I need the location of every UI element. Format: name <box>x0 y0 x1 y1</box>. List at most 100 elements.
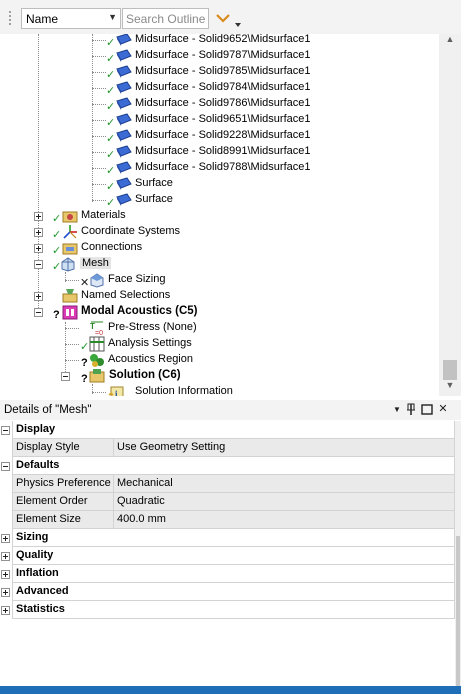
search-options-button[interactable] <box>214 8 244 30</box>
tree-node-mesh[interactable]: ✓ Mesh <box>0 256 439 273</box>
tree-node-body[interactable]: ✓ Midsurface - Solid9652\Midsurface1 <box>0 34 439 49</box>
tree-node-face-sizing[interactable]: ✕ Face Sizing <box>0 272 439 289</box>
tree-node-pre-stress[interactable]: T =0 Pre-Stress (None) <box>0 320 439 336</box>
tree-node-body[interactable]: ✓ Midsurface - Solid9788\Midsurface1 <box>0 160 439 177</box>
outline-toolbar: Name ▼ <box>0 0 461 34</box>
property-row-element-size[interactable]: Element Size 400.0 mm <box>0 511 455 529</box>
tree-node-solution-information[interactable]: i Solution Information <box>0 384 439 396</box>
category-defaults[interactable]: Defaults <box>0 457 455 475</box>
category-label: Inflation <box>12 565 455 583</box>
property-value[interactable]: Mechanical <box>113 475 455 493</box>
expand-icon[interactable] <box>1 588 10 597</box>
collapse-icon[interactable] <box>61 372 70 381</box>
surface-body-icon <box>116 129 132 142</box>
search-outline-input[interactable] <box>122 8 209 29</box>
close-icon[interactable]: ✕ <box>436 402 450 418</box>
toolbar-grip-icon[interactable] <box>8 10 12 26</box>
surface-body-icon <box>116 97 132 110</box>
face-sizing-icon <box>90 273 104 288</box>
analysis-settings-icon <box>89 336 105 352</box>
expand-icon[interactable] <box>34 244 43 253</box>
tree-label: Modal Acoustics (C5) <box>81 305 198 317</box>
dropdown-icon[interactable]: ▼ <box>390 405 404 421</box>
scrollbar-thumb[interactable] <box>456 536 460 686</box>
outline-tree: ✓ Midsurface - Solid9652\Midsurface1 ✓ Mids… <box>0 34 439 396</box>
tree-node-body[interactable]: ✓ Midsurface - Solid9651\Midsurface1 <box>0 112 439 129</box>
tree-node-named-selections[interactable]: Named Selections <box>0 288 439 304</box>
property-row-display-style[interactable]: Display Style Use Geometry Setting <box>0 439 455 457</box>
surface-body-icon <box>116 81 132 94</box>
expand-icon[interactable] <box>1 534 10 543</box>
tree-node-modal-acoustics[interactable]: ? Modal Acoustics (C5) <box>0 304 439 321</box>
tree-vertical-scrollbar[interactable]: ▲ ▼ <box>439 34 461 396</box>
tree-label: Midsurface - Solid8991\Midsurface1 <box>135 145 311 157</box>
property-name: Element Order <box>12 493 113 511</box>
tree-label: Midsurface - Solid9785\Midsurface1 <box>135 65 311 77</box>
tree-label: Surface <box>135 177 173 189</box>
property-name: Element Size <box>12 511 113 529</box>
chevron-down-icon[interactable]: ▼ <box>108 12 117 22</box>
materials-icon <box>62 211 78 223</box>
tree-node-body[interactable]: ✓ Midsurface - Solid9787\Midsurface1 <box>0 48 439 65</box>
tree-label: Midsurface - Solid9651\Midsurface1 <box>135 113 311 125</box>
tree-node-body[interactable]: ✓ Midsurface - Solid9228\Midsurface1 <box>0 128 439 145</box>
category-display[interactable]: Display <box>0 421 455 439</box>
name-filter-value: Name <box>26 12 59 26</box>
tree-node-connections[interactable]: ✓ Connections <box>0 240 439 257</box>
property-value[interactable]: Quadratic <box>113 493 455 511</box>
tree-label: Midsurface - Solid9228\Midsurface1 <box>135 129 311 141</box>
collapse-icon[interactable] <box>1 462 10 471</box>
expand-icon[interactable] <box>1 606 10 615</box>
name-filter-combobox[interactable]: Name ▼ <box>21 8 121 29</box>
tree-label: Midsurface - Solid9786\Midsurface1 <box>135 97 311 109</box>
tree-label: Materials <box>81 209 126 221</box>
property-value[interactable]: Use Geometry Setting <box>113 439 455 457</box>
pin-icon[interactable] <box>404 402 418 418</box>
category-inflation[interactable]: Inflation <box>0 565 455 583</box>
tree-label: Solution Information <box>135 385 233 396</box>
tree-label: Surface <box>135 193 173 205</box>
tree-node-body[interactable]: ✓ Midsurface - Solid8991\Midsurface1 <box>0 144 439 161</box>
category-statistics[interactable]: Statistics <box>0 601 455 619</box>
tree-node-body[interactable]: ✓ Midsurface - Solid9786\Midsurface1 <box>0 96 439 113</box>
tree-node-body[interactable]: ✓ Midsurface - Solid9785\Midsurface1 <box>0 64 439 81</box>
property-value[interactable]: 400.0 mm <box>113 511 455 529</box>
property-row-element-order[interactable]: Element Order Quadratic <box>0 493 455 511</box>
surface-body-icon <box>116 145 132 158</box>
tree-node-body[interactable]: ✓ Surface <box>0 192 439 209</box>
tree-node-body[interactable]: ✓ Surface <box>0 176 439 193</box>
solution-icon <box>89 369 105 383</box>
tree-node-solution[interactable]: ? Solution (C6) <box>0 368 439 385</box>
scrollbar-thumb[interactable] <box>443 360 457 380</box>
expand-icon[interactable] <box>34 292 43 301</box>
tree-node-materials[interactable]: ✓ Materials <box>0 208 439 225</box>
collapse-icon[interactable] <box>34 260 43 269</box>
collapse-icon[interactable] <box>1 426 10 435</box>
surface-body-icon <box>116 34 132 46</box>
surface-body-icon <box>116 65 132 78</box>
tree-node-acoustics-region[interactable]: ? Acoustics Region <box>0 352 439 369</box>
category-label: Defaults <box>12 457 455 475</box>
category-quality[interactable]: Quality <box>0 547 455 565</box>
coordinate-systems-icon <box>63 225 77 239</box>
tree-label: Midsurface - Solid9784\Midsurface1 <box>135 81 311 93</box>
details-scrollbar[interactable] <box>455 421 461 686</box>
collapse-icon[interactable] <box>34 308 43 317</box>
tree-node-analysis-settings[interactable]: ✓ Analysis Settings <box>0 336 439 353</box>
expand-icon[interactable] <box>34 212 43 221</box>
property-row-physics-preference[interactable]: Physics Preference Mechanical <box>0 475 455 493</box>
orange-chevron-dropdown-icon <box>216 14 241 27</box>
property-name: Display Style <box>12 439 113 457</box>
expand-icon[interactable] <box>1 570 10 579</box>
surface-body-icon <box>116 161 132 174</box>
scroll-up-icon[interactable]: ▲ <box>439 34 461 50</box>
category-advanced[interactable]: Advanced <box>0 583 455 601</box>
expand-icon[interactable] <box>1 552 10 561</box>
scroll-down-icon[interactable]: ▼ <box>439 380 461 396</box>
expand-icon[interactable] <box>34 228 43 237</box>
tree-node-body[interactable]: ✓ Midsurface - Solid9784\Midsurface1 <box>0 80 439 97</box>
status-bar <box>0 686 461 694</box>
maximize-icon[interactable] <box>420 402 434 418</box>
category-sizing[interactable]: Sizing <box>0 529 455 547</box>
tree-node-coordinate-systems[interactable]: ✓ Coordinate Systems <box>0 224 439 241</box>
